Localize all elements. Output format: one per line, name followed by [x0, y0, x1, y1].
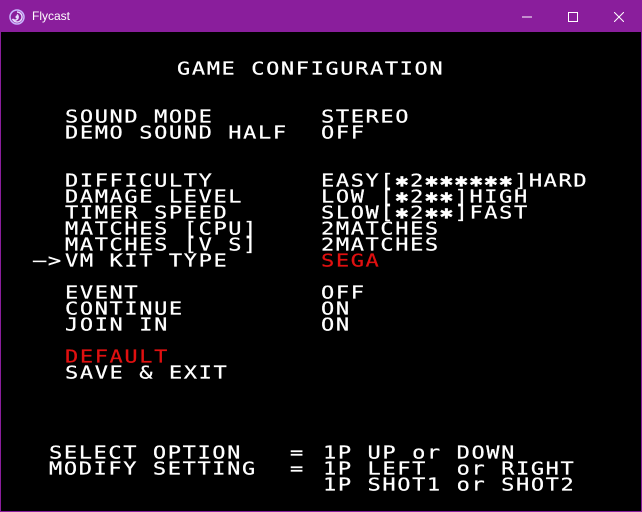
title-bar[interactable]: Flycast — [1, 1, 641, 32]
save-exit-option: SAVE & EXIT — [65, 362, 229, 384]
option-value-demo-sound-half: OFF — [321, 122, 366, 144]
option-label-join-in: JOIN IN — [65, 314, 169, 336]
game-screen[interactable]: GAME CONFIGURATION SOUND MODE STEREO DEM… — [2, 32, 640, 511]
close-icon — [614, 11, 624, 22]
help-modify-value-2: 1P SHOT1 or SHOT2 — [323, 474, 576, 496]
window-title: Flycast — [32, 9, 71, 23]
config-title: GAME CONFIGURATION — [177, 58, 445, 80]
option-value-vm-kit-type: SEGA — [321, 250, 381, 272]
maximize-icon — [568, 11, 578, 22]
help-modify-equals: = — [290, 458, 305, 480]
flycast-swirl-icon — [9, 9, 25, 25]
minimize-button[interactable] — [504, 1, 550, 32]
option-value-join-in: ON — [321, 314, 351, 336]
help-modify-label: MODIFY SETTING — [49, 458, 257, 480]
close-button[interactable] — [596, 1, 642, 32]
option-label-vm-kit-type: VM KIT TYPE — [65, 250, 229, 272]
minimize-icon — [522, 12, 532, 22]
selection-cursor: —> — [33, 250, 63, 272]
flycast-window: Flycast GAME CONFIGURATION SOUND MODE ST… — [0, 0, 642, 512]
option-label-demo-sound-half: DEMO SOUND HALF — [65, 122, 288, 144]
maximize-button[interactable] — [550, 1, 596, 32]
